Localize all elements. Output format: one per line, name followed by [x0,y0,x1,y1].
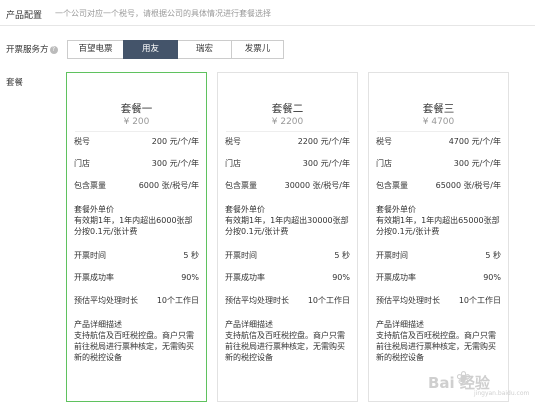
row-value: 4700 元/个/年 [448,137,501,146]
row-value: 10个工作日 [156,296,199,305]
row-label: 包含票量 [74,181,106,190]
product-detail-desc: 支持航信及百旺税控盘。商户只需前往税局进行票种核定，无需购买新的税控设备 [225,331,345,362]
baidu-jingyan-watermark: Bai 经验 ❀ jingyan.baidu.com [428,368,530,404]
row-value: 5 秒 [485,251,501,260]
row-value: 6000 张/税号/年 [138,181,199,190]
product-detail-title: 产品详细描述 [376,320,424,329]
row-value: 2200 元/个/年 [297,137,350,146]
row-label: 税号 [74,137,90,146]
package-label: 套餐 [6,78,24,88]
row-value: 300 元/个/年 [302,159,350,168]
extra-price-block: 套餐外单价有效期1年，1年内超出6000张部分按0.1元/张计费 [74,204,200,237]
row-label: 开票成功率 [376,273,416,282]
row-value: 90% [181,273,199,282]
package-card-1-details: 税号 200 元/个/年 门店 300 元/个/年 包含票量 6000 张/税号/年 … [66,0,207,411]
row-value: 90% [332,273,350,282]
extra-price-title: 套餐外单价 [376,205,416,214]
product-detail-block: 产品详细描述支持航信及百旺税控盘。商户只需前往税局进行票种核定，无需购买新的税控… [74,319,200,363]
extra-price-title: 套餐外单价 [74,205,114,214]
extra-price-title: 套餐外单价 [225,205,265,214]
row-value: 300 元/个/年 [453,159,501,168]
row-value: 65000 张/税号/年 [435,181,501,190]
row-label: 门店 [74,159,90,168]
row-value: 300 元/个/年 [151,159,199,168]
row-label: 开票时间 [74,251,106,260]
row-label: 开票时间 [376,251,408,260]
row-value: 200 元/个/年 [151,137,199,146]
watermark-sub: jingyan.baidu.com [474,390,530,397]
product-detail-title: 产品详细描述 [74,320,122,329]
extra-price-block: 套餐外单价有效期1年，1年内超出30000张部分按0.1元/张计费 [225,204,351,237]
row-label: 预估平均处理时长 [376,296,440,305]
row-value: 10个工作日 [307,296,350,305]
row-value: 30000 张/税号/年 [284,181,350,190]
page-title: 产品配置 [6,11,43,21]
product-detail-desc: 支持航信及百旺税控盘。商户只需前往税局进行票种核定，无需购买新的税控设备 [376,331,496,362]
product-detail-block: 产品详细描述支持航信及百旺税控盘。商户只需前往税局进行票种核定，无需购买新的税控… [376,319,502,363]
package-card-3-details: 税号 4700 元/个/年 门店 300 元/个/年 包含票量 65000 张/税号/… [368,0,509,411]
row-label: 税号 [225,137,241,146]
package-card-2-details: 税号 2200 元/个/年 门店 300 元/个/年 包含票量 30000 张/税号/… [217,0,358,411]
row-value: 90% [483,273,501,282]
product-detail-title: 产品详细描述 [225,320,273,329]
extra-price-desc: 有效期1年，1年内超出30000张部分按0.1元/张计费 [225,216,349,236]
row-label: 门店 [376,159,392,168]
extra-price-block: 套餐外单价有效期1年，1年内超出65000张部分按0.1元/张计费 [376,204,502,237]
extra-price-desc: 有效期1年，1年内超出65000张部分按0.1元/张计费 [376,216,500,236]
row-label: 包含票量 [225,181,257,190]
product-detail-block: 产品详细描述支持航信及百旺税控盘。商户只需前往税局进行票种核定，无需购买新的税控… [225,319,351,363]
service-provider-label-text: 开票服务方 [6,45,49,55]
row-label: 开票时间 [225,251,257,260]
row-value: 5 秒 [334,251,350,260]
row-label: 预估平均处理时长 [225,296,289,305]
row-value: 10个工作日 [458,296,501,305]
tab-yonyou[interactable]: 用友 [123,40,178,59]
service-provider-label: 开票服务方? [6,43,58,55]
row-label: 税号 [376,137,392,146]
row-label: 开票成功率 [225,273,265,282]
paw-icon: ❀ [456,368,472,389]
row-label: 开票成功率 [74,273,114,282]
extra-price-desc: 有效期1年，1年内超出6000张部分按0.1元/张计费 [74,216,193,236]
row-label: 包含票量 [376,181,408,190]
row-label: 门店 [225,159,241,168]
row-value: 5 秒 [183,251,199,260]
row-label: 预估平均处理时长 [74,296,138,305]
product-detail-desc: 支持航信及百旺税控盘。商户只需前往税局进行票种核定，无需购买新的税控设备 [74,331,194,362]
help-icon[interactable]: ? [49,46,58,54]
